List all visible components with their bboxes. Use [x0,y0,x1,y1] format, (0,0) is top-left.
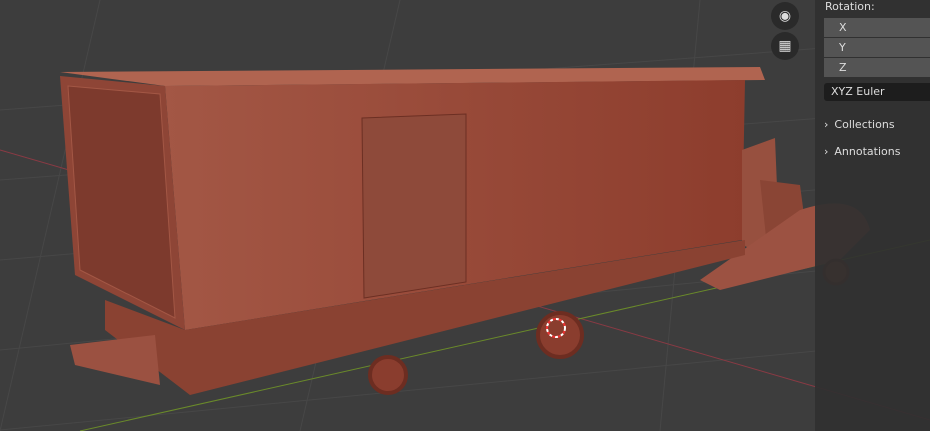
3d-viewport[interactable] [0,0,930,431]
collections-label: Collections [834,118,895,131]
rotation-mode-dropdown[interactable]: XYZ Euler [824,83,930,101]
collections-section[interactable]: › Collections [824,118,895,131]
properties-sidebar: Rotation: X Y Z XYZ Euler › Collections … [815,0,930,431]
annotations-section[interactable]: › Annotations [824,145,900,158]
chevron-right-icon: › [824,118,829,131]
truck-model[interactable] [60,67,870,395]
rotation-z-field[interactable]: Z [824,58,930,77]
rotation-x-field[interactable]: X [824,18,930,37]
chevron-right-icon: › [824,145,829,158]
rotation-y-field[interactable]: Y [824,38,930,57]
perspective-grid-icon[interactable]: ▦ [771,32,799,60]
camera-view-icon[interactable]: ◉ [771,2,799,30]
rotation-label: Rotation: [825,0,875,13]
annotations-label: Annotations [834,145,901,158]
